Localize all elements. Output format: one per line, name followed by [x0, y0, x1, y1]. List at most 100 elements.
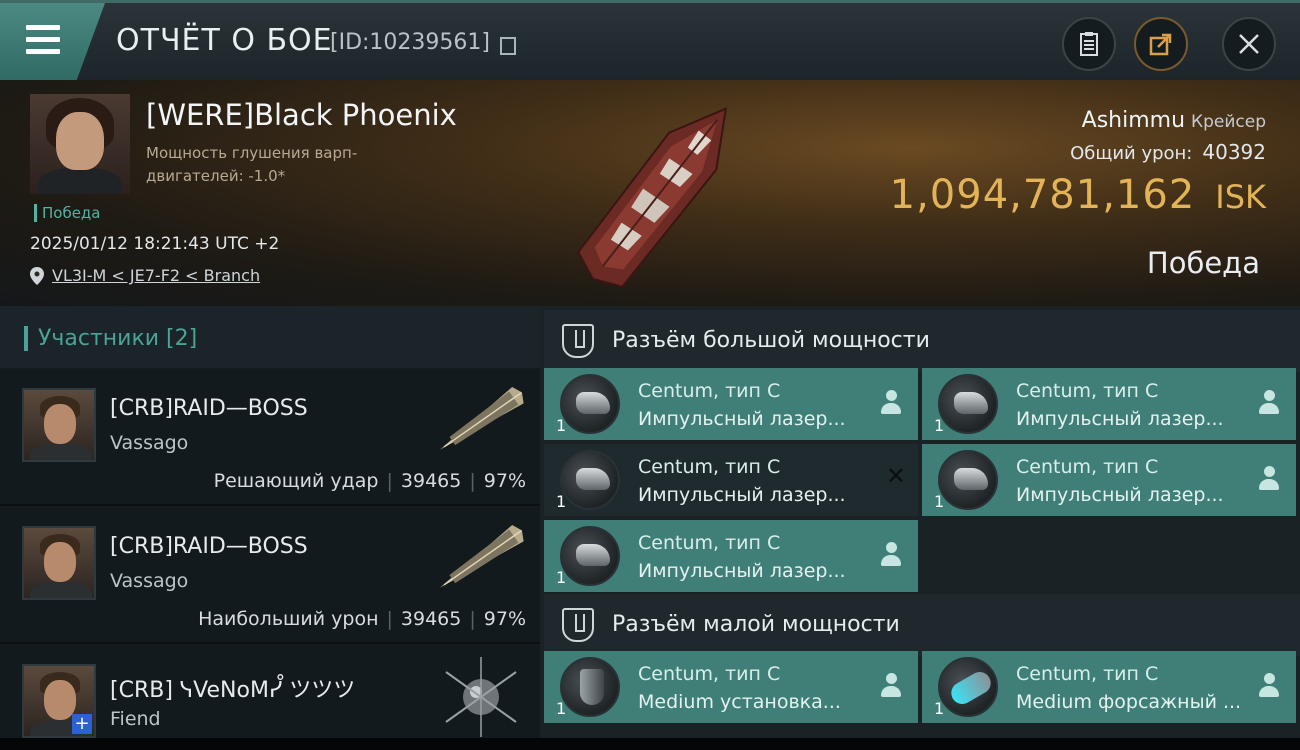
participant-name: [CRB]RAID—BOSS — [110, 534, 308, 559]
close-icon — [1239, 34, 1259, 54]
pilot-status-icon — [880, 542, 902, 568]
report-id: [ID:10239561] — [330, 30, 490, 55]
participant-stat-label: Наибольший урон — [198, 608, 379, 630]
fitting-panel: Разъём большой мощности 1 Centum, тип C … — [540, 306, 1300, 750]
pilot-status-icon — [880, 673, 902, 699]
location-pin-icon — [30, 266, 44, 285]
module-name: Centum, тип C — [638, 380, 781, 402]
isk-unit: ISK — [1215, 178, 1266, 216]
battle-location[interactable]: VL3I-M < JE7-F2 < Branch — [30, 266, 260, 285]
screen-bottom-edge — [0, 738, 1300, 750]
module-item[interactable]: 1 Centum, тип C Импульсный лазер... — [922, 444, 1296, 516]
victim-ship-name: Ashimmu — [1081, 108, 1186, 133]
pulse-laser-icon — [938, 450, 998, 510]
menu-icon — [26, 25, 60, 55]
module-quantity: 1 — [934, 492, 945, 511]
participant-name: [CRB]RAID—BOSS — [110, 396, 308, 421]
participant-ship-image — [440, 386, 524, 450]
module-desc: Импульсный лазер... — [1016, 484, 1224, 506]
pilot-status-icon — [1258, 390, 1280, 416]
participants-title: Участники [2] — [24, 326, 197, 351]
isk-value: 1,094,781,162 — [889, 172, 1196, 218]
total-damage-label: Общий урон: — [1070, 143, 1193, 164]
participant-stats: Решающий удар | 39465 | 97% — [213, 470, 526, 492]
module-quantity: 1 — [556, 492, 567, 511]
clipboard-button[interactable] — [1062, 17, 1116, 71]
module-name: Centum, тип C — [638, 456, 781, 478]
isk-value-line: 1,094,781,162 ISK — [890, 172, 1266, 218]
page-title: ОТЧЁТ О БОЕ — [116, 23, 333, 58]
victim-ship-image[interactable] — [540, 80, 780, 306]
victim-banner: [WERE]Black Phoenix Мощность глушения ва… — [0, 80, 1300, 306]
close-button[interactable] — [1222, 17, 1276, 71]
module-item[interactable]: 1 Centum, тип C Medium форсажный ... — [922, 651, 1296, 723]
low-slot-label: Разъём малой мощности — [612, 612, 900, 637]
participant-stat-label: Решающий удар — [213, 470, 379, 492]
module-name: Centum, тип C — [1016, 380, 1159, 402]
pilot-status-icon — [1258, 466, 1280, 492]
shield-icon — [560, 657, 620, 717]
participant-avatar[interactable] — [22, 526, 96, 600]
afterburner-icon — [938, 657, 998, 717]
participant-damage: 39465 — [400, 470, 462, 492]
destroyed-icon: ✕ — [885, 462, 906, 490]
status-label: Победа — [34, 204, 101, 222]
pilot-status-icon — [1258, 673, 1280, 699]
module-item[interactable]: 1 Centum, тип C Импульсный лазер... — [922, 368, 1296, 440]
module-quantity: 1 — [556, 568, 567, 587]
participant-row[interactable]: + [CRB] ᓭVeNoMᓮ ツツツ Fiend — [0, 646, 540, 750]
module-item[interactable]: 1 Centum, тип C Импульсный лазер... — [544, 520, 918, 592]
participants-panel: Участники [2] [CRB]RAID—BOSS Vassago Реш… — [0, 306, 540, 750]
participant-ship-image — [440, 524, 524, 588]
module-name: Centum, тип C — [638, 532, 781, 554]
participant-percent: 97% — [483, 608, 526, 630]
pulse-laser-icon — [560, 526, 620, 586]
participant-row[interactable]: [CRB]RAID—BOSS Vassago Решающий удар | 394… — [0, 370, 540, 506]
module-name: Centum, тип C — [1016, 663, 1159, 685]
battle-result: Победа — [1146, 246, 1260, 280]
participant-avatar[interactable]: + — [22, 664, 96, 738]
participant-ship: Fiend — [110, 708, 161, 730]
participant-ship: Vassago — [110, 432, 189, 454]
participant-avatar[interactable] — [22, 388, 96, 462]
module-desc: Импульсный лазер... — [1016, 408, 1224, 430]
copy-icon[interactable] — [500, 37, 516, 55]
low-slot-header: Разъём малой мощности — [544, 594, 1300, 656]
participant-row[interactable]: [CRB]RAID—BOSS Vassago Наибольший урон | 3… — [0, 508, 540, 644]
pulse-laser-icon — [560, 450, 620, 510]
victim-ship-class: Крейсер — [1191, 112, 1266, 132]
total-damage-line: Общий урон: 40392 — [1070, 140, 1266, 164]
victim-attribute: Мощность глушения варп-двигателей: -1.0* — [146, 144, 358, 185]
clipboard-icon — [1080, 32, 1098, 56]
module-name: Centum, тип C — [1016, 456, 1159, 478]
module-item[interactable]: 1 Centum, тип C Импульсный лазер... — [544, 368, 918, 440]
victim-avatar[interactable] — [30, 94, 130, 194]
module-name: Centum, тип C — [638, 663, 781, 685]
module-quantity: 1 — [934, 699, 945, 718]
module-item[interactable]: 1 Centum, тип C Импульсный лазер... ✕ — [544, 444, 918, 516]
high-slot-icon — [562, 324, 594, 358]
module-item[interactable]: 1 Centum, тип C Medium установка... — [544, 651, 918, 723]
participant-ship: Vassago — [110, 570, 189, 592]
module-desc: Medium установка... — [638, 691, 841, 713]
pulse-laser-icon — [938, 374, 998, 434]
victim-pilot-name[interactable]: [WERE]Black Phoenix — [146, 98, 457, 132]
location-link[interactable]: VL3I-M < JE7-F2 < Branch — [52, 266, 260, 285]
participant-name: [CRB] ᓭVeNoMᓮ ツツツ — [110, 678, 356, 703]
module-quantity: 1 — [934, 416, 945, 435]
menu-button[interactable] — [0, 3, 105, 83]
pilot-status-icon — [880, 390, 902, 416]
share-button[interactable] — [1134, 17, 1188, 71]
victim-ship-line: Ashimmu Крейсер — [1082, 108, 1266, 133]
module-desc: Импульсный лазер... — [638, 560, 846, 582]
participants-header: Участники [2] — [0, 306, 540, 368]
high-slot-label: Разъём большой мощности — [612, 328, 930, 353]
battle-datetime: 2025/01/12 18:21:43 UTC +2 — [30, 234, 280, 254]
share-icon — [1149, 33, 1172, 56]
total-damage-value: 40392 — [1202, 140, 1266, 164]
participant-damage: 39465 — [400, 608, 462, 630]
participant-ship-image — [445, 657, 517, 737]
add-contact-icon[interactable]: + — [72, 714, 92, 734]
high-slot-header: Разъём большой мощности — [544, 310, 1300, 372]
participant-stats: Наибольший урон | 39465 | 97% — [198, 608, 526, 630]
